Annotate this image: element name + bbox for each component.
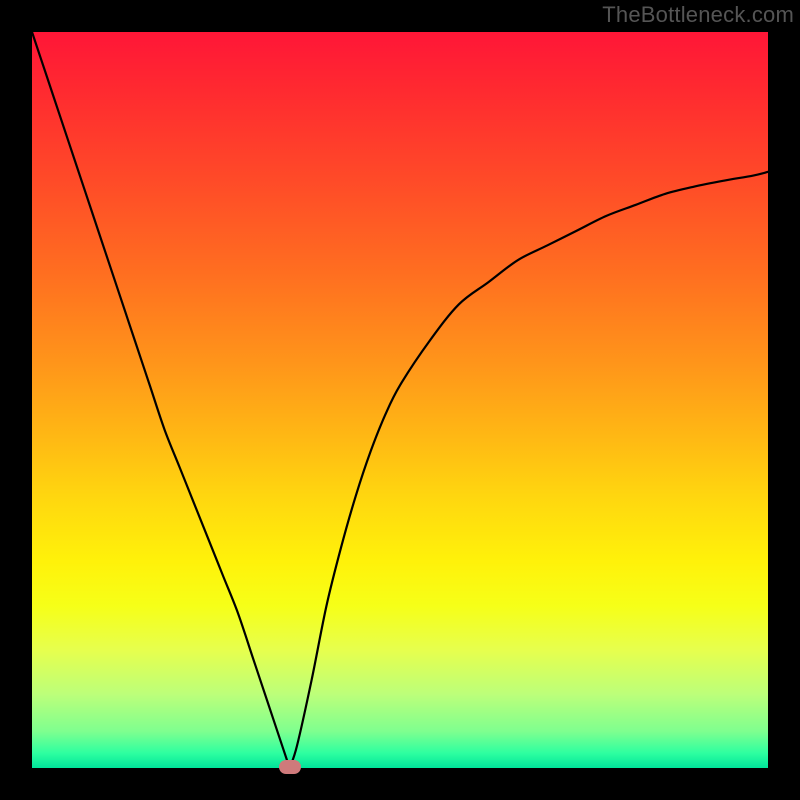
watermark-text: TheBottleneck.com (602, 2, 794, 28)
curve-path (32, 32, 768, 768)
cusp-marker (279, 760, 301, 774)
plot-area (32, 32, 768, 768)
chart-canvas: TheBottleneck.com (0, 0, 800, 800)
bottleneck-curve (32, 32, 768, 768)
